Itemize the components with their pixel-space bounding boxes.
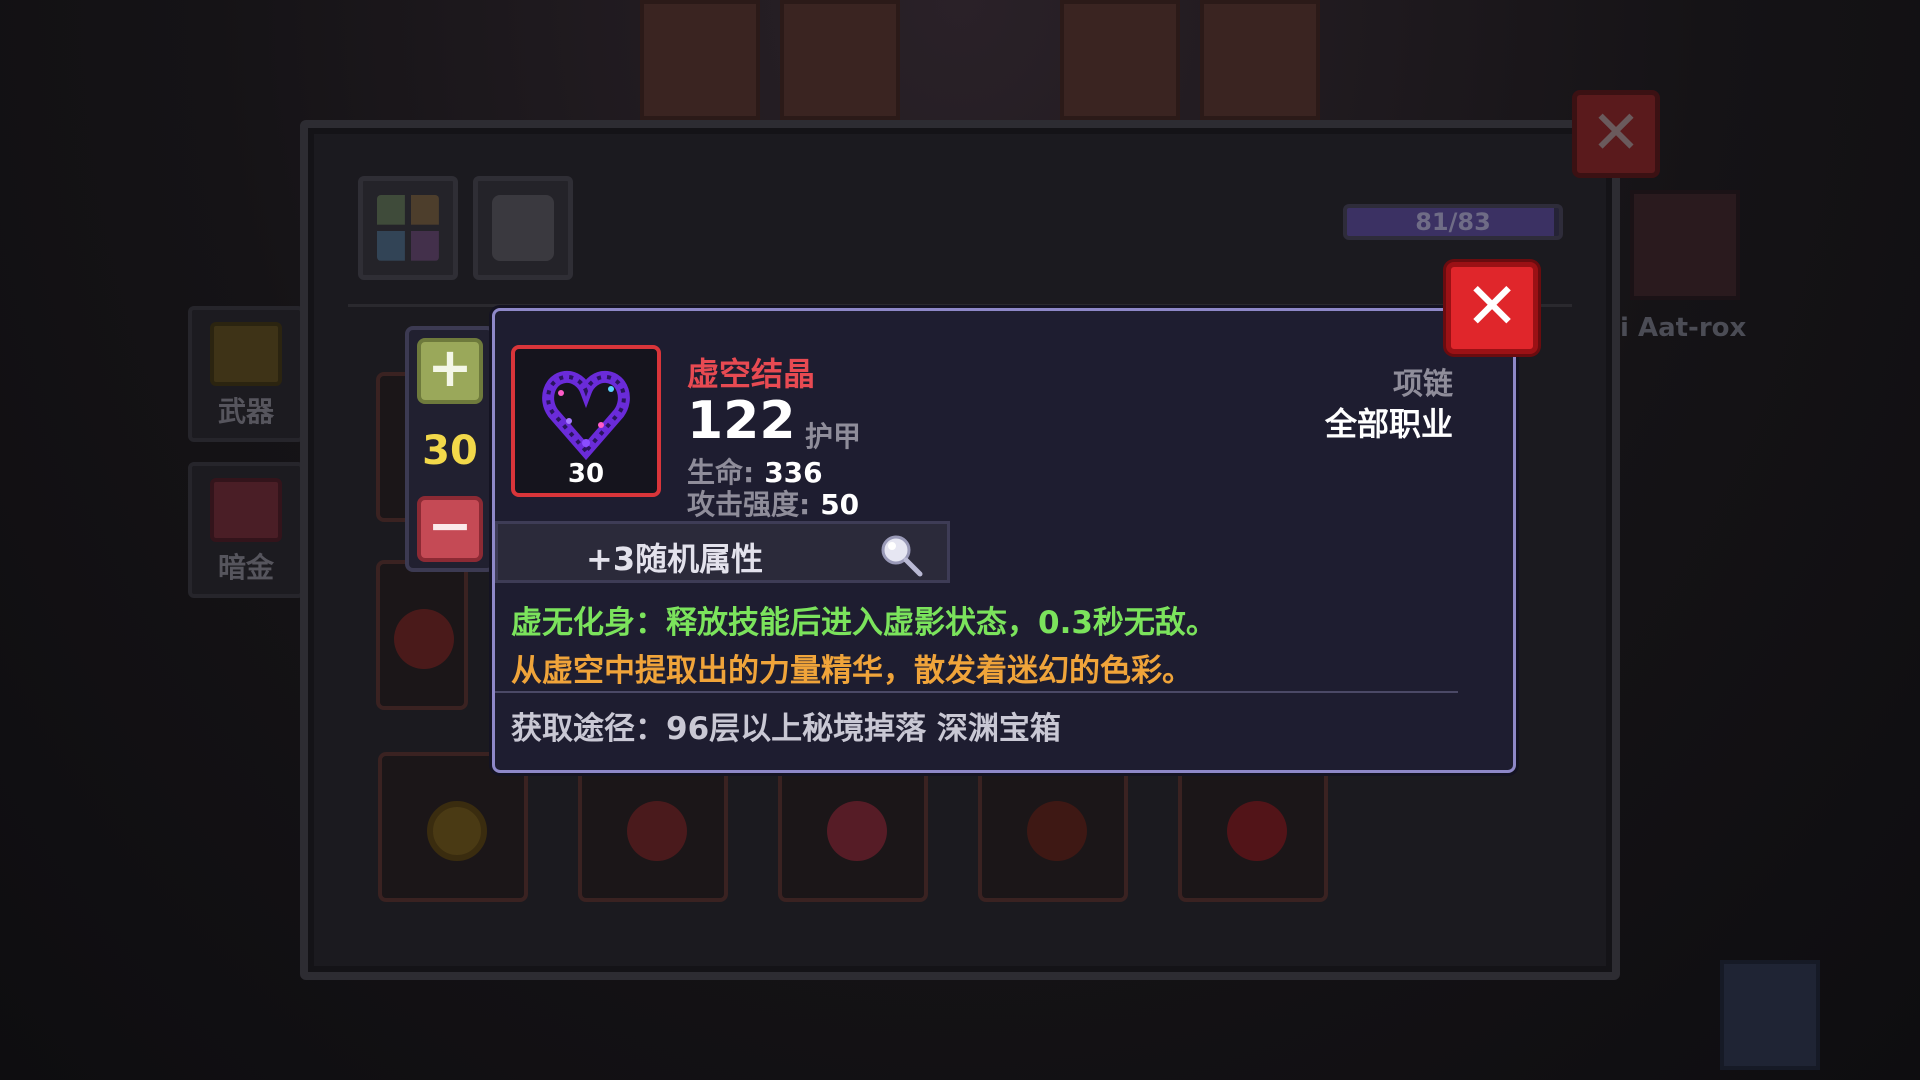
- item-icon-frame: 30: [511, 345, 661, 497]
- character-tab-button[interactable]: [473, 176, 573, 280]
- stat-value: 50: [820, 488, 860, 521]
- increase-level-button[interactable]: +: [417, 338, 483, 404]
- inventory-icon: [377, 195, 439, 261]
- random-attributes-bar[interactable]: +3随机属性: [495, 521, 950, 583]
- scene-banner: [1060, 0, 1180, 120]
- tooltip-close-button[interactable]: ✕: [1446, 262, 1538, 354]
- item-tooltip: 30 虚空结晶 122 护甲 生命: 336 攻击强度: 50 项链 全部职业 +3…: [492, 308, 1516, 773]
- weapon-icon: [210, 322, 282, 386]
- equipment-slot[interactable]: [378, 752, 528, 902]
- necklace-icon: [394, 609, 454, 669]
- npc-sprite: [1720, 960, 1820, 1070]
- panel-divider: [348, 304, 1572, 307]
- panel-close-button[interactable]: ✕: [1572, 90, 1660, 178]
- inventory-tab-button[interactable]: [358, 176, 458, 280]
- equipment-slot[interactable]: [978, 752, 1128, 902]
- stat-key: 攻击强度:: [687, 488, 811, 521]
- scene-banner: [1200, 0, 1320, 120]
- stat-attack-power: 攻击强度: 50: [687, 483, 859, 523]
- equipment-slot[interactable]: [1178, 752, 1328, 902]
- equipment-slot[interactable]: [778, 752, 928, 902]
- necklace-icon: [1027, 801, 1087, 861]
- character-icon: [492, 195, 554, 261]
- scene-banner: [780, 0, 900, 120]
- progress-text: 81/83: [1415, 208, 1491, 236]
- item-type: 项链: [1393, 367, 1453, 402]
- decrease-level-button[interactable]: −: [417, 496, 483, 562]
- random-attributes-label: +3随机属性: [586, 540, 764, 578]
- npc-sprite: [1630, 190, 1740, 300]
- equipment-slot[interactable]: [376, 560, 468, 710]
- magnifier-icon[interactable]: [878, 532, 924, 578]
- item-class-restriction: 全部职业: [1324, 405, 1453, 443]
- item-effect-text: 虚无化身：释放技能后进入虚影状态，0.3秒无敌。: [511, 605, 1217, 641]
- npc-name: i Aat-rox: [1620, 313, 1747, 343]
- necklace-icon: [627, 801, 687, 861]
- item-flavor-text: 从虚空中提取出的力量精华，散发着迷幻的色彩。: [511, 653, 1193, 689]
- level-stepper: + 30 −: [405, 326, 495, 572]
- side-tab-label: 武器: [217, 395, 274, 428]
- item-source-text: 获取途径：96层以上秘境掉落 深渊宝箱: [511, 711, 1061, 747]
- darkgold-icon: [210, 478, 282, 542]
- equipment-slot[interactable]: [578, 752, 728, 902]
- item-name: 虚空结晶: [687, 355, 816, 393]
- side-tab-darkgold[interactable]: 暗金: [188, 462, 304, 598]
- side-tab-weapon[interactable]: 武器: [188, 306, 304, 442]
- side-tab-label: 暗金: [217, 551, 274, 584]
- scene-banner: [640, 0, 760, 120]
- armor-label: 护甲: [805, 420, 862, 453]
- necklace-icon: [827, 801, 887, 861]
- armor-value: 122: [687, 391, 796, 451]
- void-crystal-necklace-icon: [542, 370, 630, 461]
- item-level: 30: [567, 459, 605, 489]
- tooltip-divider: [495, 691, 1458, 693]
- collection-progress-bar: 81/83: [1343, 204, 1563, 240]
- necklace-icon: [427, 801, 487, 861]
- stepper-value: 30: [422, 428, 478, 474]
- necklace-icon: [1227, 801, 1287, 861]
